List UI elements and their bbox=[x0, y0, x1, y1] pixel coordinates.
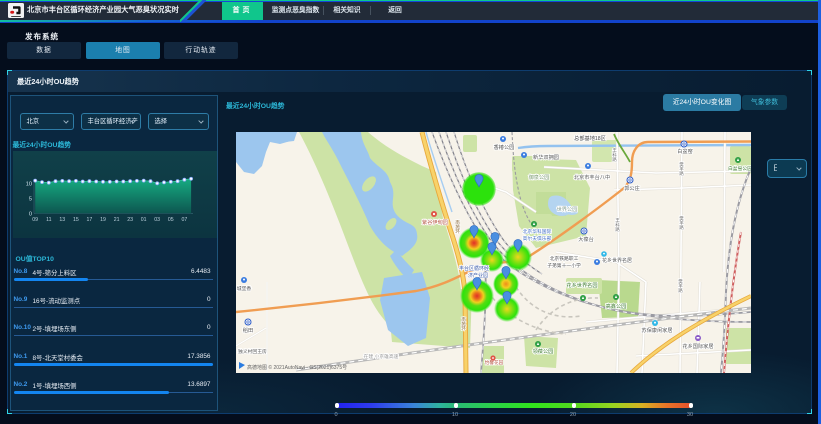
svg-text:郭公庄: 郭公庄 bbox=[624, 184, 640, 192]
svg-text:丰科路: 丰科路 bbox=[615, 217, 621, 233]
svg-text:23: 23 bbox=[127, 217, 133, 223]
svg-text:香椿公园: 香椿公园 bbox=[494, 143, 515, 151]
svg-text:南苑环: 南苑环 bbox=[461, 316, 467, 332]
svg-text:总部基地18区: 总部基地18区 bbox=[574, 134, 606, 142]
svg-text:子弟第十一小学: 子弟第十一小学 bbox=[547, 262, 581, 269]
svg-text:花乡国际家居: 花乡国际家居 bbox=[682, 342, 713, 350]
svg-text:5: 5 bbox=[28, 196, 31, 202]
svg-text:南苑环: 南苑环 bbox=[455, 219, 461, 235]
svg-text:19: 19 bbox=[100, 217, 106, 223]
svg-text:北京铁路职工: 北京铁路职工 bbox=[550, 255, 579, 262]
svg-text:在建 小京雄高速: 在建 小京雄高速 bbox=[364, 353, 399, 360]
svg-text:高尔夫俱乐部: 高尔夫俱乐部 bbox=[523, 235, 552, 242]
svg-text:03: 03 bbox=[154, 217, 160, 223]
svg-text:09: 09 bbox=[32, 217, 38, 223]
svg-text:11: 11 bbox=[46, 217, 51, 223]
svg-text:北京华科国际: 北京华科国际 bbox=[523, 228, 552, 235]
svg-text:07: 07 bbox=[181, 217, 187, 223]
svg-text:17: 17 bbox=[86, 217, 92, 223]
svg-text:01: 01 bbox=[140, 217, 146, 223]
svg-text:独义村回王房: 独义村回王房 bbox=[238, 348, 267, 355]
svg-text:樊羊路: 樊羊路 bbox=[678, 278, 684, 294]
svg-text:21: 21 bbox=[113, 217, 119, 223]
svg-text:稻田: 稻田 bbox=[243, 326, 253, 334]
svg-text:13: 13 bbox=[59, 217, 65, 223]
svg-text:白盆窑: 白盆窑 bbox=[677, 147, 693, 155]
svg-text:丰科路: 丰科路 bbox=[612, 147, 618, 163]
svg-text:高德地图 © 2021AutoNavi - GS(2021): 高德地图 © 2021AutoNavi - GS(2021)6375号 bbox=[247, 364, 347, 371]
svg-text:御泉公园: 御泉公园 bbox=[529, 173, 550, 181]
svg-text:大葆台: 大葆台 bbox=[578, 235, 594, 243]
svg-text:樊羊路: 樊羊路 bbox=[679, 161, 685, 177]
svg-text:高鑫公园: 高鑫公园 bbox=[606, 302, 627, 310]
svg-text:苏保康闲家居: 苏保康闲家居 bbox=[641, 326, 672, 334]
svg-text:白盆窑公园: 白盆窑公园 bbox=[728, 165, 751, 172]
svg-text:花乡世界名居: 花乡世界名居 bbox=[602, 257, 632, 264]
svg-text:丰台区循环经: 丰台区循环经 bbox=[459, 265, 489, 272]
svg-text:花乡世界名园: 花乡世界名园 bbox=[566, 281, 597, 289]
svg-text:樊羊路: 樊羊路 bbox=[679, 215, 685, 231]
svg-text:紫谷伊甸园: 紫谷伊甸园 bbox=[422, 218, 448, 226]
svg-text:领葆公园: 领葆公园 bbox=[533, 347, 554, 355]
svg-text:新华双拥园: 新华双拥园 bbox=[533, 153, 559, 161]
svg-text:世界公园: 世界公园 bbox=[557, 205, 578, 213]
svg-text:15: 15 bbox=[73, 217, 79, 223]
svg-text:北京市丰台八中: 北京市丰台八中 bbox=[574, 173, 610, 181]
svg-text:05: 05 bbox=[167, 217, 173, 223]
svg-text:城堡香: 城堡香 bbox=[237, 285, 252, 292]
svg-text:10: 10 bbox=[25, 181, 31, 187]
